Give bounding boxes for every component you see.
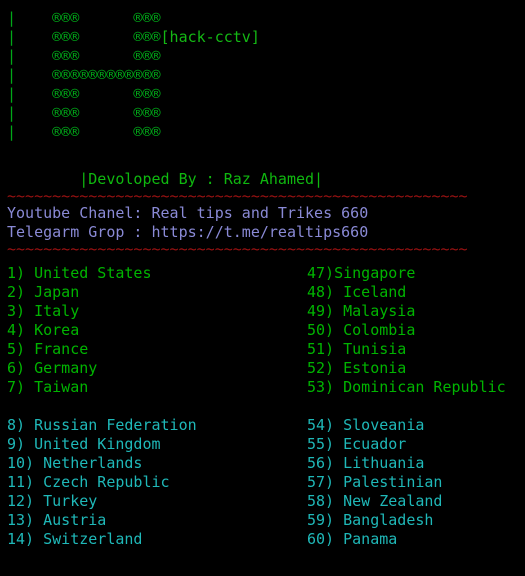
country-option-left[interactable]: 4) Korea: [7, 321, 307, 340]
country-option-left[interactable]: 2) Japan: [7, 283, 307, 302]
youtube-channel-line: Youtube Chanel: Real tips and Trikes 660: [7, 204, 369, 222]
list-item[interactable]: 12) Turkey 58) New Zealand: [7, 492, 525, 511]
country-option-left[interactable]: 6) Germany: [7, 359, 307, 378]
country-option-left[interactable]: 10) Netherlands: [7, 454, 307, 473]
list-item[interactable]: 11) Czech Republic 57) Palestinian: [7, 473, 525, 492]
ascii-art-letter-h-icon: | ®®® ®®®: [7, 123, 161, 141]
country-option-right[interactable]: 52) Estonia: [307, 359, 406, 378]
credits-block: |Devoloped By : Raz Ahamed| ~~~~~~~~~~~~…: [0, 170, 525, 257]
list-item[interactable]: 3) Italy 49) Malaysia: [7, 302, 525, 321]
ascii-art-letter-h-icon: | ®®® ®®®: [7, 28, 161, 46]
country-option-left[interactable]: 14) Switzerland: [7, 530, 307, 549]
country-option-left[interactable]: 8) Russian Federation: [7, 416, 307, 435]
country-option-right[interactable]: 49) Malaysia: [307, 302, 415, 321]
country-option-right[interactable]: 55) Ecuador: [307, 435, 406, 454]
list-item[interactable]: 5) France 51) Tunisia: [7, 340, 525, 359]
country-option-left[interactable]: 12) Turkey: [7, 492, 307, 511]
list-block-gap: [7, 397, 525, 416]
country-option-left[interactable]: 3) Italy: [7, 302, 307, 321]
country-option-right[interactable]: 56) Lithuania: [307, 454, 424, 473]
banner-gap: [0, 142, 525, 170]
developer-credit: |Devoloped By : Raz Ahamed|: [7, 170, 324, 188]
list-item[interactable]: 7) Taiwan 53) Dominican Republic: [7, 378, 525, 397]
ascii-art-letter-h-icon: | ®®®®®®®®®®®®: [7, 66, 161, 84]
country-option-right[interactable]: 58) New Zealand: [307, 492, 442, 511]
country-option-left[interactable]: 9) United Kingdom: [7, 435, 307, 454]
country-option-right[interactable]: 51) Tunisia: [307, 340, 406, 359]
app-title: [hack-cctv]: [160, 28, 260, 46]
separator-bottom: ~~~~~~~~~~~~~~~~~~~~~~~~~~~~~~~~~~~~~~~~…: [7, 242, 468, 257]
country-option-right[interactable]: 57) Palestinian: [307, 473, 442, 492]
list-item[interactable]: 14) Switzerland 60) Panama: [7, 530, 525, 549]
country-option-right[interactable]: 48) Iceland: [307, 283, 406, 302]
country-option-left[interactable]: 13) Austria: [7, 511, 307, 530]
country-option-right[interactable]: 47)Singapore: [307, 264, 415, 283]
banner-row: | ®®® ®®®: [7, 104, 525, 123]
ascii-art-letter-h-icon: | ®®® ®®®: [7, 85, 161, 103]
list-item[interactable]: 13) Austria 59) Bangladesh: [7, 511, 525, 530]
terminal-window[interactable]: | ®®® ®®® | ®®® ®®®[hack-cctv] | ®®® ®®®…: [0, 0, 525, 576]
country-option-left[interactable]: 7) Taiwan: [7, 378, 307, 397]
country-option-right[interactable]: 50) Colombia: [307, 321, 415, 340]
ascii-art-letter-h-icon: | ®®® ®®®: [7, 104, 161, 122]
banner-row: | ®®®®®®®®®®®®: [7, 66, 525, 85]
banner-row: | ®®® ®®®: [7, 9, 525, 28]
country-menu[interactable]: 1) United States 47)Singapore 2) Japan 48)…: [0, 257, 525, 549]
banner-row-with-title: | ®®® ®®®[hack-cctv]: [7, 28, 525, 47]
country-option-right[interactable]: 53) Dominican Republic: [307, 378, 506, 397]
ascii-art-letter-h-icon: | ®®® ®®®: [7, 9, 161, 27]
banner-row: | ®®® ®®®: [7, 47, 525, 66]
banner-row: | ®®® ®®®: [7, 85, 525, 104]
country-option-left[interactable]: 11) Czech Republic: [7, 473, 307, 492]
country-option-right[interactable]: 59) Bangladesh: [307, 511, 433, 530]
ascii-banner: | ®®® ®®® | ®®® ®®®[hack-cctv] | ®®® ®®®…: [0, 0, 525, 142]
list-item[interactable]: 6) Germany 52) Estonia: [7, 359, 525, 378]
banner-row: | ®®® ®®®: [7, 123, 525, 142]
country-option-left[interactable]: 1) United States: [7, 264, 307, 283]
telegram-group-line[interactable]: Telegarm Grop : https://t.me/realtips660: [7, 223, 525, 242]
country-option-right[interactable]: 60) Panama: [307, 530, 397, 549]
list-item[interactable]: 10) Netherlands 56) Lithuania: [7, 454, 525, 473]
list-item[interactable]: 2) Japan 48) Iceland: [7, 283, 525, 302]
country-option-left[interactable]: 5) France: [7, 340, 307, 359]
country-option-right[interactable]: 54) Sloveania: [307, 416, 424, 435]
list-item[interactable]: 1) United States 47)Singapore: [7, 264, 525, 283]
list-item[interactable]: 9) United Kingdom 55) Ecuador: [7, 435, 525, 454]
ascii-art-letter-h-icon: | ®®® ®®®: [7, 47, 161, 65]
separator-top: ~~~~~~~~~~~~~~~~~~~~~~~~~~~~~~~~~~~~~~~~…: [7, 189, 468, 204]
list-item[interactable]: 8) Russian Federation 54) Sloveania: [7, 416, 525, 435]
list-item[interactable]: 4) Korea 50) Colombia: [7, 321, 525, 340]
